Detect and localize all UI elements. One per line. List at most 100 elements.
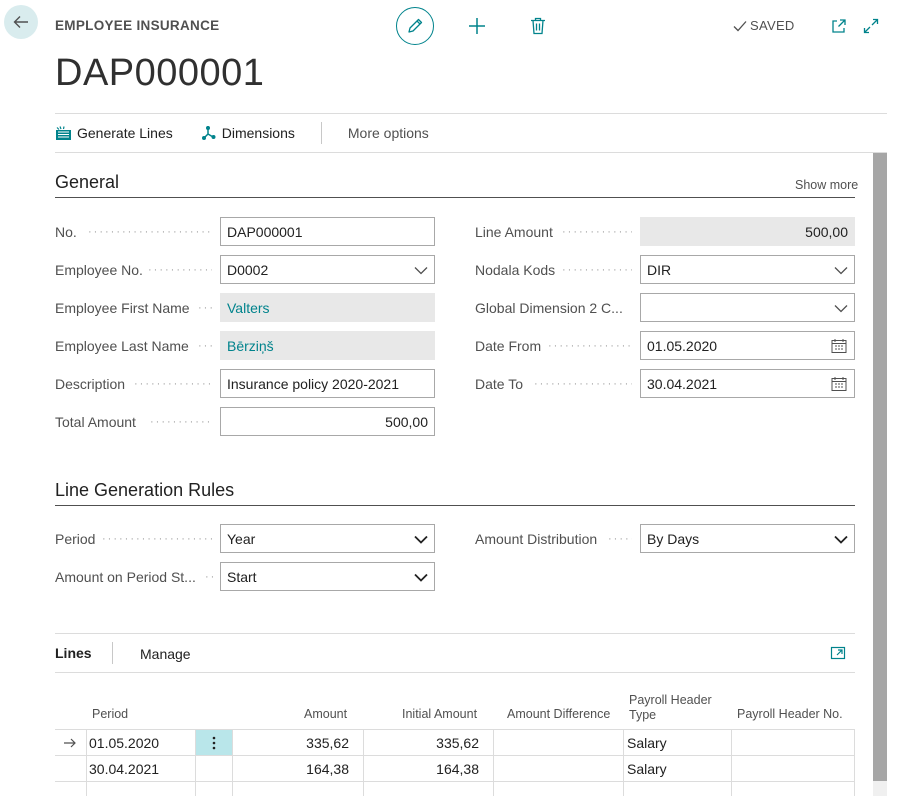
employee-no-label: Employee No. — [55, 262, 143, 278]
nodala-kods-field[interactable]: DIR — [640, 255, 855, 284]
column-header-payroll-header-no[interactable]: Payroll Header No. — [737, 707, 843, 722]
description-field[interactable]: Insurance policy 2020-2021 — [220, 369, 435, 398]
dot-leader: ··············· — [562, 226, 632, 238]
section-divider — [55, 197, 855, 198]
column-header-payroll-header-type[interactable]: Payroll Header Type — [629, 693, 712, 723]
employee-no-field[interactable]: D0002 — [220, 255, 435, 284]
lines-tab[interactable]: Lines — [55, 645, 92, 661]
calendar-icon[interactable] — [831, 376, 847, 392]
cell-payroll-header-type[interactable]: Salary — [627, 730, 727, 756]
cell-amount[interactable]: 164,38 — [236, 756, 349, 782]
amount-on-period-value: Start — [227, 568, 257, 585]
date-from-field[interactable]: 01.05.2020 — [640, 331, 855, 360]
column-header-amount-difference[interactable]: Amount Difference — [507, 707, 610, 722]
grid-line — [363, 729, 364, 796]
arrow-left-icon — [13, 16, 28, 28]
dimensions-label: Dimensions — [221, 125, 295, 141]
saved-label: SAVED — [750, 18, 795, 33]
cell-initial-amount[interactable]: 164,38 — [366, 756, 479, 782]
general-section-title[interactable]: General — [55, 172, 119, 193]
column-header-initial-amount[interactable]: Initial Amount — [402, 707, 477, 722]
expand-lines-button[interactable] — [830, 645, 846, 664]
line-generation-rules-title[interactable]: Line Generation Rules — [55, 480, 234, 501]
cell-amount[interactable]: 335,62 — [236, 730, 349, 756]
column-header-amount[interactable]: Amount — [304, 707, 347, 722]
chevron-down-icon[interactable] — [834, 302, 848, 314]
scrollbar-thumb[interactable] — [873, 153, 887, 781]
generate-lines-action[interactable]: Generate Lines — [55, 125, 173, 141]
global-dimension-2-field[interactable] — [640, 293, 855, 322]
dot-leader: ·················· — [548, 340, 632, 352]
no-label: No. — [55, 224, 77, 240]
period-select[interactable]: Year — [220, 524, 435, 553]
lines-divider — [55, 633, 855, 634]
record-title: DAP000001 — [55, 52, 265, 94]
dimensions-icon — [201, 126, 216, 140]
chevron-down-icon[interactable] — [414, 264, 428, 276]
trash-icon — [531, 17, 545, 35]
expand-button[interactable] — [858, 13, 884, 39]
amount-distribution-select[interactable]: By Days — [640, 524, 855, 553]
dot-leader: ·· — [205, 571, 213, 583]
chevron-down-icon[interactable] — [834, 533, 848, 545]
description-label: Description — [55, 376, 126, 392]
new-button[interactable] — [464, 13, 490, 39]
cell-payroll-header-no[interactable] — [735, 730, 850, 756]
checkmark-icon — [733, 20, 747, 31]
column-header-period[interactable]: Period — [92, 707, 128, 722]
calendar-icon[interactable] — [831, 338, 847, 354]
dot-leader: ···· — [198, 302, 212, 314]
last-name-label: Employee Last Name — [55, 338, 189, 354]
saved-status: SAVED — [733, 18, 795, 33]
row-actions-button[interactable] — [196, 730, 232, 755]
cell-payroll-header-no[interactable] — [735, 756, 850, 782]
line-amount-label: Line Amount — [475, 224, 553, 240]
show-more-link[interactable]: Show more — [795, 178, 858, 192]
cell-initial-amount[interactable]: 335,62 — [366, 730, 479, 756]
cell-payroll-header-type[interactable]: Salary — [627, 756, 727, 782]
first-name-field: Valters — [220, 293, 435, 322]
dimensions-action[interactable]: Dimensions — [201, 125, 295, 141]
first-name-value[interactable]: Valters — [227, 300, 270, 316]
cell-amount-difference[interactable] — [496, 730, 616, 756]
date-to-field[interactable]: 30.04.2021 — [640, 369, 855, 398]
cell-period[interactable]: 01.05.2020 — [89, 730, 193, 756]
dot-leader: ············· — [150, 416, 212, 428]
column-header-payroll-header-type-line1: Payroll Header — [629, 693, 712, 707]
date-to-label: Date To — [475, 376, 523, 392]
expand-icon — [863, 18, 879, 34]
amount-distribution-value: By Days — [647, 530, 700, 547]
total-amount-field[interactable]: 500,00 — [220, 407, 435, 436]
line-amount-field: 500,00 — [640, 217, 855, 246]
dot-leader: ······················· — [102, 533, 212, 545]
row-indicator-arrow-icon — [64, 738, 76, 748]
dot-leader: ····· — [608, 533, 632, 545]
more-options-action[interactable]: More options — [348, 125, 429, 141]
cell-period[interactable]: 30.04.2021 — [89, 756, 193, 782]
grid-line — [86, 729, 87, 796]
dot-leader: ····················· — [534, 378, 632, 390]
chevron-down-icon[interactable] — [414, 571, 428, 583]
amount-distribution-label: Amount Distribution — [475, 531, 598, 547]
no-field[interactable]: DAP000001 — [220, 217, 435, 246]
delete-button[interactable] — [525, 13, 551, 39]
dot-leader: ·························· — [88, 226, 212, 238]
dot-leader: ·············· — [148, 264, 212, 276]
pencil-icon — [408, 18, 423, 33]
last-name-value[interactable]: Bērziņš — [227, 338, 274, 354]
edit-button[interactable] — [396, 7, 434, 45]
first-name-label: Employee First Name — [55, 300, 190, 316]
open-new-window-button[interactable] — [826, 13, 852, 39]
back-button[interactable] — [4, 5, 38, 39]
action-separator — [320, 122, 322, 144]
chevron-down-icon[interactable] — [834, 264, 848, 276]
column-header-payroll-header-type-line2: Type — [629, 708, 657, 722]
open-in-new-window-icon — [832, 19, 846, 33]
plus-icon — [469, 18, 485, 34]
manage-action[interactable]: Manage — [140, 646, 191, 662]
amount-on-period-select[interactable]: Start — [220, 562, 435, 591]
cell-amount-difference[interactable] — [496, 756, 616, 782]
grid-line — [854, 729, 855, 796]
employee-no-value: D0002 — [227, 261, 269, 278]
chevron-down-icon[interactable] — [414, 533, 428, 545]
